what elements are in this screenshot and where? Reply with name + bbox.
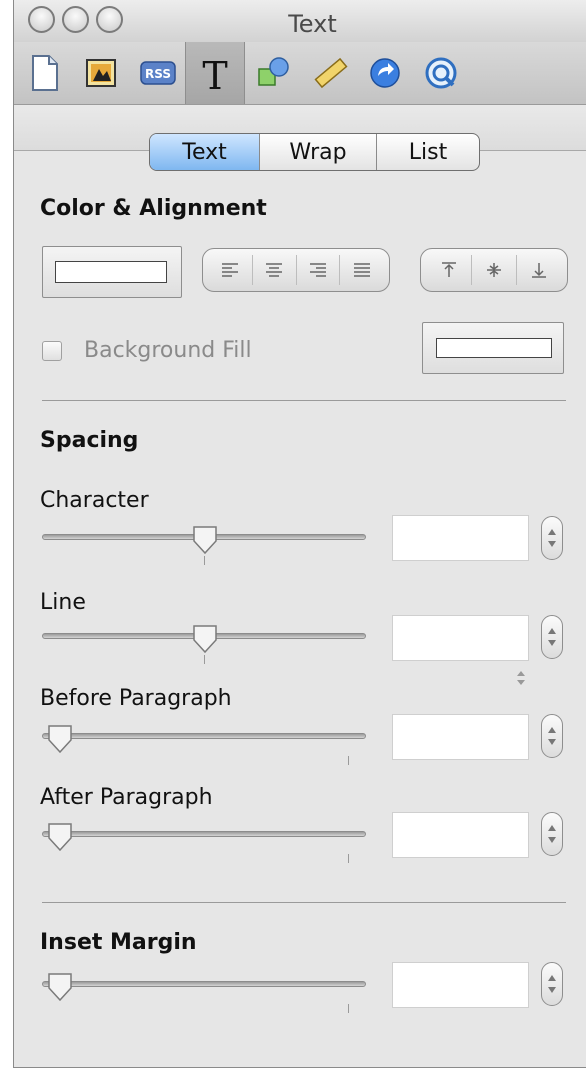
align-top-icon xyxy=(442,262,456,277)
text-icon: T xyxy=(202,54,227,97)
line-spacing-input[interactable] xyxy=(393,616,528,660)
after-paragraph-input[interactable] xyxy=(393,813,528,857)
text-color-well[interactable] xyxy=(42,246,182,298)
color-alignment-heading: Color & Alignment xyxy=(40,196,267,221)
image-icon xyxy=(86,59,116,87)
align-justify-button[interactable] xyxy=(340,255,383,285)
spacing-heading: Spacing xyxy=(40,428,139,453)
character-spacing-stepper[interactable] xyxy=(541,516,563,560)
character-spacing-input[interactable] xyxy=(393,516,528,560)
window-title: Text xyxy=(288,10,337,38)
rss-label: RSS xyxy=(145,67,171,81)
inset-margin-field[interactable] xyxy=(392,962,529,1008)
text-tool-glyph: T xyxy=(202,54,227,97)
line-spacing-stepper[interactable] xyxy=(541,615,563,659)
horizontal-alignment-group xyxy=(202,248,390,292)
inset-margin-stepper[interactable] xyxy=(541,962,563,1006)
after-paragraph-label: After Paragraph xyxy=(40,785,213,810)
line-spacing-field[interactable] xyxy=(392,615,529,661)
align-left-button[interactable] xyxy=(209,255,253,285)
align-top-button[interactable] xyxy=(427,255,472,285)
quicktime-inspector-button[interactable] xyxy=(413,42,469,104)
tab-wrap[interactable]: Wrap xyxy=(260,134,377,170)
after-paragraph-slider[interactable] xyxy=(42,831,366,837)
tab-list[interactable]: List xyxy=(377,134,479,170)
after-paragraph-slider-tick xyxy=(348,854,349,863)
align-bottom-button[interactable] xyxy=(517,255,561,285)
section-divider xyxy=(42,902,566,903)
graphic-inspector-button[interactable] xyxy=(73,42,129,104)
shapes-icon xyxy=(258,57,289,86)
align-middle-icon xyxy=(487,263,501,277)
after-paragraph-stepper[interactable] xyxy=(541,812,563,856)
title-bar[interactable]: Text xyxy=(14,0,586,42)
inset-margin-slider[interactable] xyxy=(42,981,366,987)
before-paragraph-slider[interactable] xyxy=(42,733,366,739)
align-left-icon xyxy=(222,263,239,277)
character-slider-tick xyxy=(204,556,205,565)
inspector-toolbar: RSS T xyxy=(14,42,586,105)
align-justify-icon xyxy=(353,263,370,277)
before-paragraph-slider-knob[interactable] xyxy=(47,724,73,756)
before-paragraph-stepper[interactable] xyxy=(541,714,563,758)
character-label: Character xyxy=(40,488,149,513)
tab-text[interactable]: Text xyxy=(150,134,260,170)
background-fill-checkbox[interactable] xyxy=(42,341,62,361)
background-fill-color-well[interactable] xyxy=(422,322,564,374)
quicktime-icon xyxy=(425,57,457,89)
align-bottom-icon xyxy=(532,263,546,278)
section-divider xyxy=(42,400,566,401)
before-paragraph-field[interactable] xyxy=(392,714,529,760)
after-paragraph-slider-knob[interactable] xyxy=(47,822,73,854)
character-slider-knob[interactable] xyxy=(192,525,218,557)
vertical-alignment-group xyxy=(420,248,568,292)
ruler-icon xyxy=(314,57,348,89)
align-middle-button[interactable] xyxy=(472,255,517,285)
document-inspector-button[interactable] xyxy=(17,42,73,104)
before-paragraph-label: Before Paragraph xyxy=(40,686,232,711)
background-fill-swatch xyxy=(436,338,552,358)
link-icon xyxy=(370,58,400,88)
line-label: Line xyxy=(40,590,86,615)
text-inspector-window: Text RSS T Text Wrap List Color & Alignm… xyxy=(13,0,586,1068)
inset-margin-heading: Inset Margin xyxy=(40,930,197,955)
inset-margin-slider-tick xyxy=(348,1004,349,1013)
line-slider-tick xyxy=(204,655,205,664)
align-right-button[interactable] xyxy=(297,255,341,285)
align-right-icon xyxy=(309,263,326,277)
rss-inspector-button[interactable]: RSS xyxy=(129,42,185,104)
line-slider-knob[interactable] xyxy=(192,624,218,656)
after-paragraph-field[interactable] xyxy=(392,812,529,858)
document-icon xyxy=(32,55,58,91)
before-paragraph-slider-tick xyxy=(348,756,349,765)
align-center-button[interactable] xyxy=(253,255,297,285)
character-spacing-field[interactable] xyxy=(392,515,529,561)
before-paragraph-input[interactable] xyxy=(393,715,528,759)
inset-margin-input[interactable] xyxy=(393,963,528,1007)
text-color-swatch xyxy=(55,261,167,283)
line-spacing-mode-icon[interactable] xyxy=(515,669,527,687)
align-center-icon xyxy=(266,263,283,277)
shapes-inspector-button[interactable] xyxy=(245,42,301,104)
metrics-inspector-button[interactable] xyxy=(301,42,357,104)
rss-icon: RSS xyxy=(140,61,176,85)
link-inspector-button[interactable] xyxy=(357,42,413,104)
inset-margin-slider-knob[interactable] xyxy=(47,972,73,1004)
background-fill-label: Background Fill xyxy=(84,338,252,363)
text-inspector-button[interactable]: T xyxy=(185,42,245,104)
inspector-tabs: Text Wrap List xyxy=(149,133,480,171)
